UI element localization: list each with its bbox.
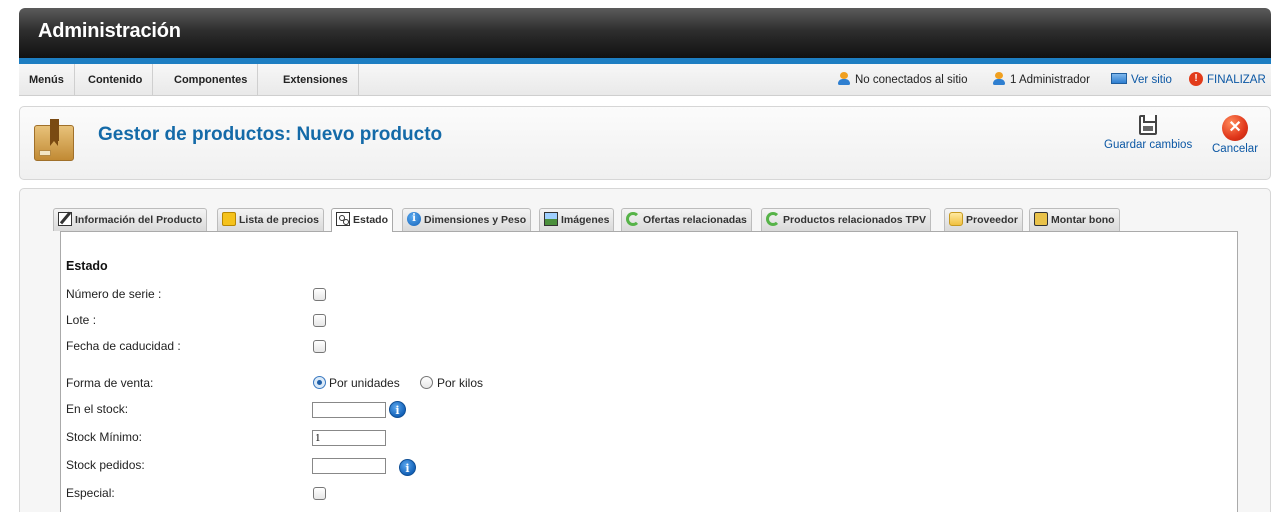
serial-number-label: Número de serie : — [66, 287, 162, 301]
status-not-connected-text: No conectados al sitio — [855, 74, 968, 86]
tab-label: Montar bono — [1051, 214, 1115, 226]
state-icon — [336, 212, 350, 227]
sync-icon — [766, 212, 780, 227]
lot-label: Lote : — [66, 313, 97, 327]
page-title: Gestor de productos: Nuevo producto — [98, 124, 443, 145]
tab-label: Imágenes — [561, 214, 610, 226]
tab-dimensions[interactable]: i Dimensiones y Peso — [402, 208, 532, 231]
tab-price-list[interactable]: Lista de precios — [217, 208, 324, 231]
save-button-label: Guardar cambios — [1104, 139, 1193, 151]
ordered-stock-input[interactable] — [312, 458, 386, 474]
status-not-connected: No conectados al sitio — [837, 64, 968, 96]
lot-checkbox[interactable] — [313, 314, 326, 327]
info-icon: i — [407, 212, 421, 227]
min-stock-label: Stock Mínimo: — [66, 430, 143, 444]
sale-by-units-radio[interactable] — [313, 376, 326, 389]
special-label: Especial: — [66, 486, 115, 500]
tab-images[interactable]: Imágenes — [539, 208, 615, 231]
in-stock-input[interactable] — [312, 402, 386, 418]
menubar: Menús Contenido Componentes Extensiones … — [19, 64, 1271, 96]
cancel-button-label: Cancelar — [1212, 143, 1259, 155]
expiry-date-label: Fecha de caducidad : — [66, 339, 181, 353]
tab-label: Lista de precios — [239, 214, 319, 226]
menu-extensiones[interactable]: Extensiones — [273, 64, 359, 96]
admin-title: Administración — [38, 20, 181, 42]
tab-supplier[interactable]: Proveedor — [944, 208, 1023, 231]
sync-icon — [626, 212, 640, 227]
sale-by-units-label[interactable]: Por unidades — [329, 376, 400, 390]
logout-text[interactable]: FINALIZAR — [1207, 74, 1266, 86]
supplier-icon — [949, 212, 963, 227]
tab-bono[interactable]: Montar bono — [1029, 208, 1120, 231]
image-icon — [544, 212, 558, 227]
save-button[interactable]: Guardar cambios — [1104, 115, 1192, 151]
in-stock-label: En el stock: — [66, 402, 129, 416]
ordered-stock-label: Stock pedidos: — [66, 458, 145, 472]
tab-label: Proveedor — [966, 214, 1018, 226]
special-checkbox[interactable] — [313, 487, 326, 500]
tab-label: Ofertas relacionadas — [643, 214, 747, 226]
tab-related-tpv[interactable]: Productos relacionados TPV — [761, 208, 931, 231]
tab-label: Estado — [353, 214, 389, 226]
menu-menus[interactable]: Menús — [19, 64, 75, 96]
cancel-icon: ✕ — [1222, 115, 1249, 141]
section-title: Estado — [66, 259, 108, 273]
tab-state[interactable]: Estado — [331, 208, 394, 232]
min-stock-input[interactable] — [312, 430, 386, 446]
sale-by-kilos-label[interactable]: Por kilos — [437, 376, 483, 390]
state-form: Estado Número de serie : Lote : Fecha de… — [60, 253, 1238, 512]
sale-by-kilos-radio[interactable] — [420, 376, 433, 389]
view-site-link[interactable]: Ver sitio — [1111, 64, 1172, 96]
tab-product-info[interactable]: Información del Producto — [53, 208, 208, 231]
users-icon — [837, 71, 851, 86]
bono-icon — [1034, 212, 1048, 227]
tab-related-offers[interactable]: Ofertas relacionadas — [621, 208, 752, 231]
admin-header: Administración — [19, 8, 1271, 58]
ordered-stock-info-icon[interactable]: i — [399, 459, 416, 476]
cancel-button[interactable]: ✕ Cancelar — [1212, 115, 1258, 155]
sale-form-label: Forma de venta: — [66, 376, 154, 390]
expiry-date-checkbox[interactable] — [313, 340, 326, 353]
in-stock-info-icon[interactable]: i — [389, 401, 406, 418]
tab-label: Productos relacionados TPV — [783, 214, 926, 226]
logout-link[interactable]: ! FINALIZAR — [1189, 64, 1266, 96]
product-box-icon — [34, 119, 74, 161]
view-site-text[interactable]: Ver sitio — [1131, 74, 1172, 86]
menu-contenido[interactable]: Contenido — [78, 64, 154, 96]
admin-user-icon — [992, 71, 1006, 86]
edit-icon — [58, 212, 72, 227]
tab-label: Dimensiones y Peso — [424, 214, 527, 226]
toolbar-panel: Gestor de productos: Nuevo producto Guar… — [19, 106, 1271, 180]
status-admins-text: 1 Administrador — [1010, 74, 1090, 86]
price-list-icon — [222, 212, 236, 227]
stop-icon: ! — [1189, 71, 1203, 86]
serial-number-checkbox[interactable] — [313, 288, 326, 301]
save-icon — [1139, 115, 1158, 135]
page: Administración Menús Contenido Component… — [0, 0, 1287, 512]
menu-componentes[interactable]: Componentes — [164, 64, 259, 96]
screen-icon — [1111, 73, 1127, 85]
status-admins: 1 Administrador — [992, 64, 1090, 96]
tab-label: Información del Producto — [75, 214, 203, 226]
